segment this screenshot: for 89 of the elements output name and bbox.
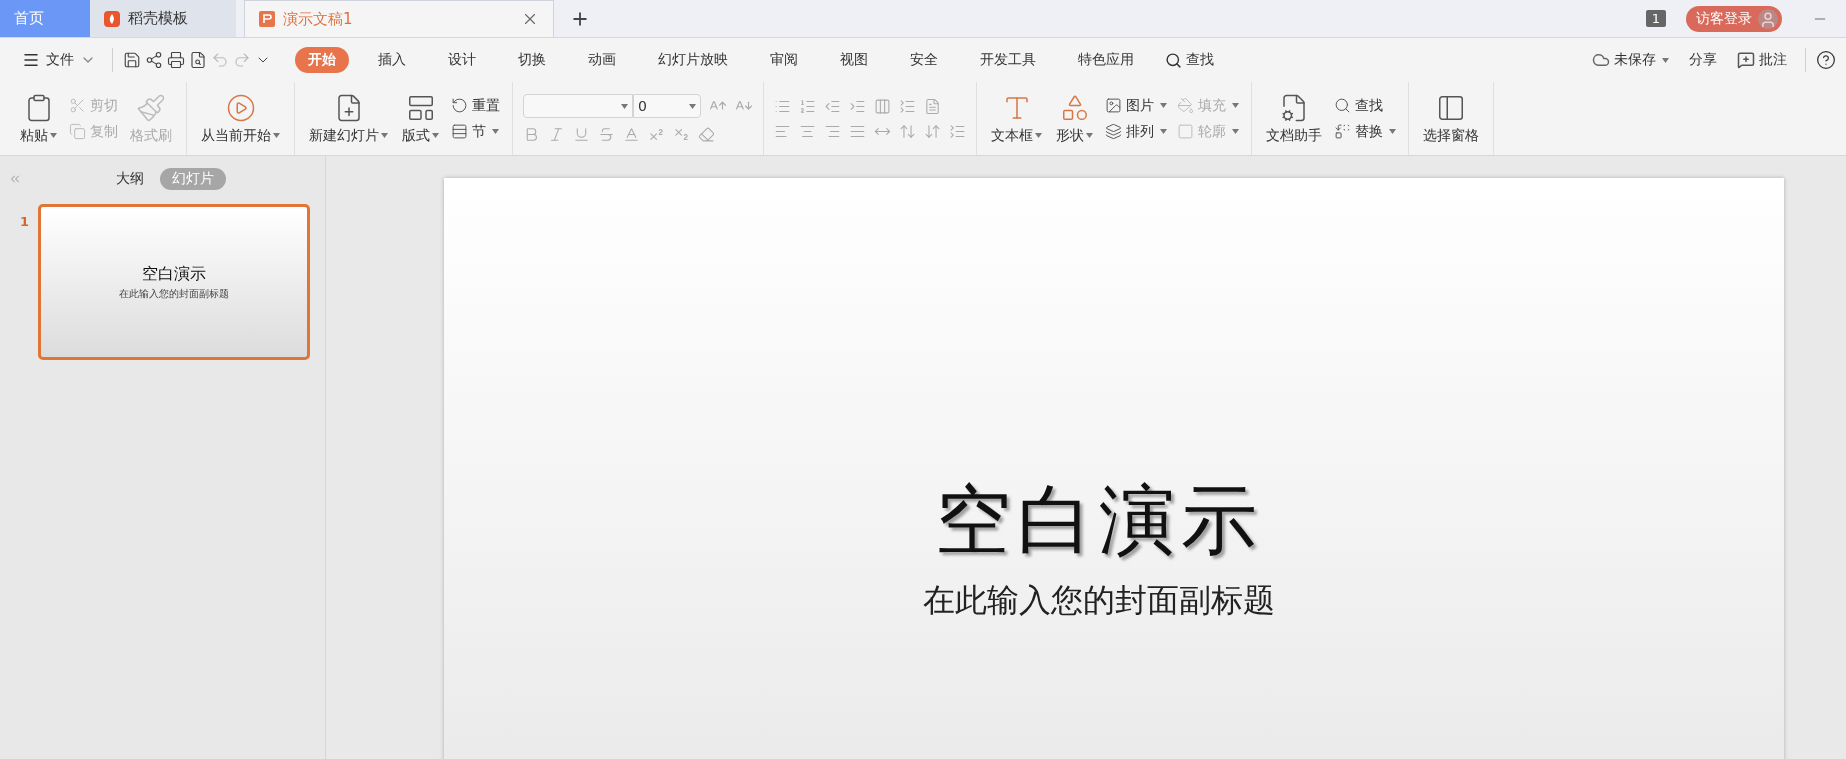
view-tab[interactable]: 大纲 — [104, 168, 156, 190]
ribbon-button[interactable]: 排列 — [1103, 122, 1169, 141]
search-icon — [1165, 51, 1182, 69]
paragraph-spacing-icon[interactable] — [924, 122, 941, 140]
cloud-icon — [1592, 51, 1610, 69]
export-icon[interactable] — [145, 51, 163, 69]
collapse-icon[interactable] — [8, 172, 22, 186]
numbered-list-icon[interactable] — [799, 97, 816, 115]
thumbnail-subtitle: 在此输入您的封面副标题 — [119, 286, 229, 301]
caret-icon — [1035, 133, 1042, 138]
print-preview-icon[interactable] — [189, 51, 207, 69]
comment-icon — [1737, 51, 1755, 69]
presentation-logo-icon — [259, 11, 275, 27]
toolbar-action[interactable]: 未保存 — [1584, 47, 1677, 73]
ribbon-button[interactable]: 重置 — [449, 96, 502, 115]
caret-icon — [1662, 57, 1669, 63]
superscript-icon[interactable] — [648, 126, 665, 143]
ribbon-button[interactable]: 节 — [449, 122, 502, 141]
caret-icon — [1160, 103, 1167, 108]
reset-icon — [451, 97, 468, 114]
save-icon[interactable] — [123, 51, 141, 69]
toolbar-action[interactable]: 批注 — [1729, 47, 1795, 73]
caret-icon — [621, 103, 628, 109]
font-size-field[interactable]: 0 — [633, 94, 701, 118]
file-menu-button[interactable]: 文件 — [16, 47, 102, 73]
help-icon[interactable] — [1816, 50, 1836, 70]
search-button[interactable]: 查找 — [1157, 47, 1222, 73]
strikethrough-icon[interactable] — [598, 126, 615, 143]
section-icon — [451, 123, 468, 140]
ribbon-tab[interactable]: 插入 — [365, 47, 419, 73]
copy-icon — [69, 123, 86, 140]
toolbar-action[interactable]: 分享 — [1681, 47, 1725, 73]
caret-icon — [50, 133, 57, 138]
ribbon-button[interactable]: 文本框 — [987, 90, 1046, 147]
caret-icon — [1160, 129, 1167, 134]
scissors-icon — [69, 97, 86, 114]
underline-icon[interactable] — [573, 126, 590, 143]
slide-number: 1 — [20, 214, 30, 229]
image-icon — [1105, 97, 1122, 114]
layers-icon — [1105, 123, 1122, 140]
paintbrush-icon — [136, 92, 166, 123]
ribbon-button[interactable]: 文档助手 — [1262, 90, 1326, 147]
caret-icon — [1389, 129, 1396, 134]
caret-icon — [273, 133, 280, 138]
font-color-icon[interactable] — [623, 126, 640, 143]
ribbon-button[interactable]: 新建幻灯片 — [305, 90, 392, 147]
ribbon-button[interactable]: 图片 — [1103, 96, 1169, 115]
caret-icon — [492, 129, 499, 134]
slide-thumbnail[interactable]: 空白演示 在此输入您的封面副标题 — [38, 204, 310, 360]
slide-subtitle[interactable]: 在此输入您的封面副标题 — [923, 579, 1275, 623]
subscript-icon[interactable] — [673, 126, 690, 143]
thumbnail-title: 空白演示 — [142, 263, 206, 285]
caret-icon — [1232, 129, 1239, 134]
avatar-icon — [1758, 8, 1778, 29]
ribbon-tab[interactable]: 安全 — [897, 47, 951, 73]
fill-icon — [1177, 97, 1194, 114]
ribbon-tab[interactable]: 切换 — [505, 47, 559, 73]
menu-icon — [22, 51, 40, 69]
ribbon-tab[interactable]: 设计 — [435, 47, 489, 73]
ribbon-tab[interactable]: 特色应用 — [1065, 47, 1147, 73]
line-spacing-icon[interactable] — [899, 122, 916, 140]
ribbon-tab[interactable]: 开发工具 — [967, 47, 1049, 73]
eraser-icon[interactable] — [698, 126, 715, 143]
search-icon — [1334, 97, 1351, 114]
caret-icon — [432, 133, 439, 138]
ribbon-tab[interactable]: 审阅 — [757, 47, 811, 73]
ribbon-tab[interactable]: 幻灯片放映 — [645, 47, 741, 73]
print-icon[interactable] — [167, 51, 185, 69]
ribbon-button[interactable]: 版式 — [398, 90, 443, 147]
slide-title[interactable]: 空白演示 — [935, 470, 1263, 573]
caret-icon — [1232, 103, 1239, 108]
ribbon-button[interactable]: 粘贴 — [16, 90, 61, 147]
ribbon-tab[interactable]: 视图 — [827, 47, 881, 73]
window-count-badge[interactable]: 1 — [1645, 10, 1666, 27]
play-icon — [225, 92, 256, 123]
caret-icon — [689, 103, 696, 109]
ribbon-button[interactable]: 替换 — [1332, 122, 1398, 141]
font-name-field[interactable] — [523, 94, 633, 118]
document-tab[interactable]: 稻壳模板 — [90, 0, 236, 37]
italic-icon[interactable] — [548, 126, 565, 143]
ribbon-tab[interactable]: 动画 — [575, 47, 629, 73]
caret-icon — [381, 133, 388, 138]
ribbon-button[interactable]: 查找 — [1332, 96, 1398, 115]
caret-icon — [1086, 133, 1093, 138]
ribbon-button[interactable]: 形状 — [1052, 90, 1097, 147]
flame-logo-icon — [104, 10, 120, 27]
ribbon-button[interactable]: 从当前开始 — [197, 90, 284, 147]
ribbon-button[interactable]: 选择窗格 — [1419, 90, 1483, 147]
outline-icon — [1177, 123, 1194, 140]
